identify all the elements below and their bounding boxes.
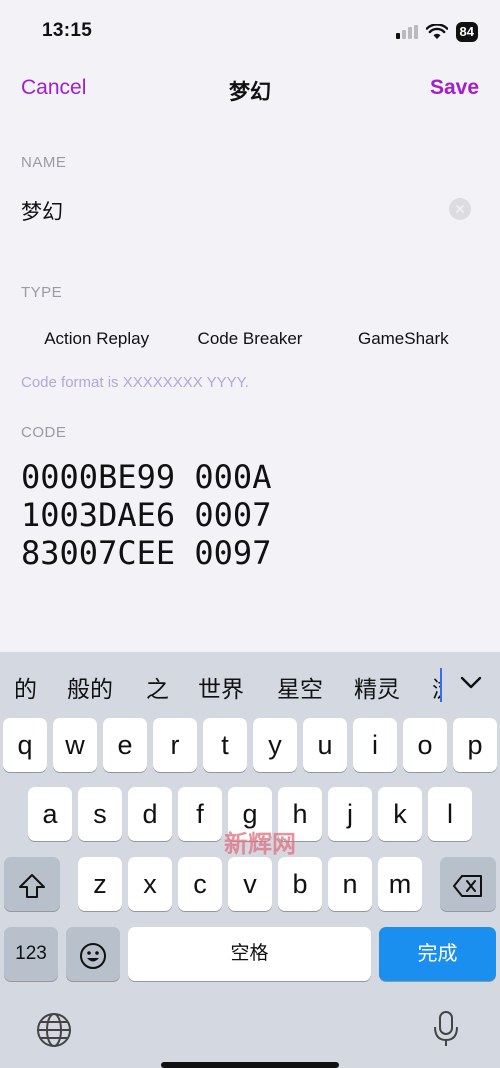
candidate-word[interactable]: 的 (14, 670, 37, 704)
code-line: 1003DAE6 0007 (21, 496, 272, 534)
space-key[interactable]: 空格 (128, 927, 371, 981)
home-indicator (161, 1062, 339, 1068)
key-w[interactable]: w (53, 718, 97, 772)
code-format-hint: Code format is XXXXXXXX YYYY. (21, 374, 249, 391)
key-l[interactable]: l (428, 787, 472, 841)
status-time: 13:15 (42, 20, 93, 41)
keyboard: 的 般的 之 世界 星空 精灵 浏 qwertyuiopasdfghjklzxc… (0, 652, 500, 1068)
status-icons: 84 (395, 20, 478, 44)
emoji-key[interactable] (66, 927, 120, 981)
key-s[interactable]: s (78, 787, 122, 841)
candidate-divider (440, 668, 442, 702)
name-field[interactable]: 梦幻 (21, 196, 63, 226)
chevron-down-icon[interactable] (460, 676, 482, 690)
candidate-word[interactable]: 星空 (277, 670, 323, 704)
key-u[interactable]: u (303, 718, 347, 772)
key-k[interactable]: k (378, 787, 422, 841)
globe-icon[interactable] (36, 1012, 72, 1048)
cancel-button[interactable]: Cancel (21, 76, 86, 100)
microphone-icon[interactable] (432, 1010, 460, 1048)
key-p[interactable]: p (453, 718, 497, 772)
code-label: CODE (21, 424, 67, 441)
candidate-bar: 的 般的 之 世界 星空 精灵 浏 (0, 652, 500, 718)
key-i[interactable]: i (353, 718, 397, 772)
code-line: 0000BE99 000A (21, 458, 272, 496)
done-key[interactable]: 完成 (379, 927, 496, 981)
key-y[interactable]: y (253, 718, 297, 772)
watermark: 新辉网 (224, 831, 296, 858)
key-d[interactable]: d (128, 787, 172, 841)
key-b[interactable]: b (278, 857, 322, 911)
candidate-word[interactable]: 精灵 (354, 670, 400, 704)
candidate-word[interactable]: 世界 (198, 670, 244, 704)
type-segmented-control: Action Replay Code Breaker GameShark (20, 324, 480, 354)
shift-key[interactable] (4, 857, 60, 911)
key-v[interactable]: v (228, 857, 272, 911)
key-c[interactable]: c (178, 857, 222, 911)
segment-code-breaker[interactable]: Code Breaker (173, 324, 326, 354)
key-t[interactable]: t (203, 718, 247, 772)
save-button[interactable]: Save (430, 76, 479, 100)
key-j[interactable]: j (328, 787, 372, 841)
code-text-area[interactable]: 0000BE99 000A 1003DAE6 0007 83007CEE 0097 (21, 458, 271, 572)
key-e[interactable]: e (103, 718, 147, 772)
key-f[interactable]: f (178, 787, 222, 841)
battery-icon: 84 (455, 22, 478, 42)
key-z[interactable]: z (78, 857, 122, 911)
type-label: TYPE (21, 284, 63, 301)
shift-icon (19, 873, 45, 898)
delete-icon (453, 874, 482, 897)
name-label: NAME (21, 154, 67, 171)
key-x[interactable]: x (128, 857, 172, 911)
segment-gameshark[interactable]: GameShark (327, 324, 480, 354)
emoji-icon (80, 942, 106, 969)
candidate-word[interactable]: 般的 (67, 670, 113, 704)
candidate-word[interactable]: 之 (146, 670, 169, 704)
key-r[interactable]: r (153, 718, 197, 772)
key-n[interactable]: n (328, 857, 372, 911)
segment-action-replay[interactable]: Action Replay (20, 324, 173, 354)
key-o[interactable]: o (403, 718, 447, 772)
wifi-icon (425, 24, 448, 39)
signal-icon (395, 25, 418, 39)
key-q[interactable]: q (3, 718, 47, 772)
numbers-key[interactable]: 123 (4, 927, 58, 981)
clear-icon[interactable]: ✕ (449, 198, 471, 220)
key-a[interactable]: a (28, 787, 72, 841)
delete-key[interactable] (440, 857, 496, 911)
key-m[interactable]: m (378, 857, 422, 911)
code-line: 83007CEE 0097 (21, 534, 272, 572)
